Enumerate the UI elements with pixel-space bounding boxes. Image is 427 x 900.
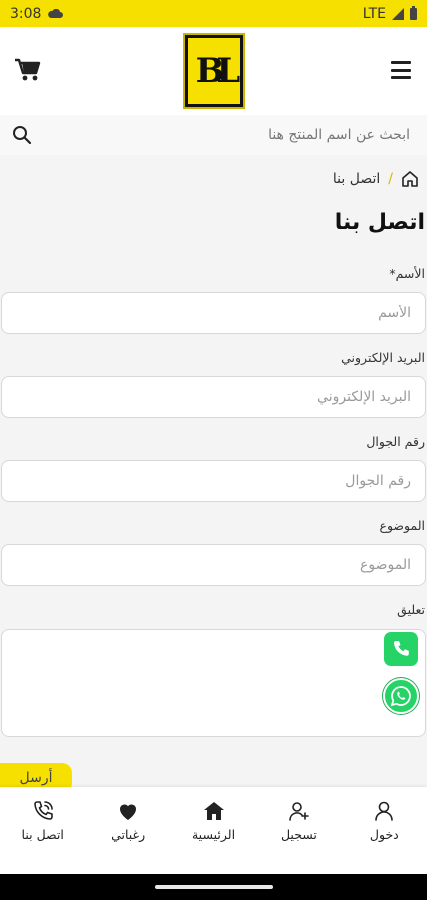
- brand-logo[interactable]: BL: [183, 33, 245, 109]
- email-field[interactable]: [1, 376, 426, 418]
- battery-icon: [410, 5, 417, 20]
- signal-icon: [392, 7, 404, 20]
- network-type: LTE: [362, 5, 386, 22]
- bottom-nav: اتصل بنا رغباتي الرئيسية تسجيل دخول: [0, 787, 427, 874]
- search-bar: [0, 115, 427, 155]
- phone-call-button[interactable]: [384, 632, 418, 666]
- cloud-icon: [48, 8, 64, 18]
- nav-wishlist[interactable]: رغباتي: [85, 787, 170, 874]
- status-bar: 3:08 LTE: [0, 0, 427, 27]
- comment-label: تعليق: [397, 602, 425, 617]
- nav-login[interactable]: دخول: [342, 787, 427, 874]
- whatsapp-button[interactable]: [383, 678, 419, 714]
- nav-home[interactable]: الرئيسية: [171, 787, 256, 874]
- heart-icon: [120, 804, 137, 820]
- mobile-field[interactable]: [1, 460, 426, 502]
- nav-label-wishlist: رغباتي: [111, 827, 146, 842]
- home-icon[interactable]: [401, 170, 419, 188]
- name-label: الأسم*: [389, 266, 425, 281]
- home-icon: [203, 802, 224, 820]
- phone-call-icon: [33, 801, 53, 820]
- user-icon: [375, 801, 394, 821]
- cart-icon[interactable]: [14, 57, 42, 83]
- nav-label-home: الرئيسية: [191, 827, 236, 842]
- nav-label-contact: اتصل بنا: [21, 827, 64, 842]
- home-gesture-handle[interactable]: [155, 885, 273, 889]
- breadcrumb: / اتصل بنا: [333, 170, 419, 188]
- system-nav-bar: [0, 874, 427, 900]
- nav-label-login: دخول: [369, 827, 399, 842]
- whatsapp-icon: [390, 686, 411, 707]
- phone-icon: [394, 641, 409, 656]
- search-icon[interactable]: [12, 125, 32, 145]
- subject-field[interactable]: [1, 544, 426, 586]
- email-label: البريد الإلكتروني: [341, 350, 425, 365]
- menu-icon[interactable]: [391, 61, 411, 79]
- subject-label: الموضوع: [379, 518, 426, 533]
- user-plus-icon: [289, 802, 309, 821]
- app-header: BL: [0, 27, 427, 115]
- name-field[interactable]: [1, 292, 426, 334]
- comment-field[interactable]: [1, 629, 426, 737]
- logo-monogram: BL: [188, 38, 240, 104]
- breadcrumb-separator: /: [388, 171, 393, 187]
- breadcrumb-current: اتصل بنا: [332, 171, 381, 187]
- page-title: اتصل بنا: [334, 210, 425, 235]
- mobile-label: رقم الجوال: [366, 434, 425, 449]
- search-input[interactable]: [44, 115, 414, 155]
- nav-contact-us[interactable]: اتصل بنا: [0, 787, 85, 874]
- nav-label-register: تسجيل: [280, 827, 317, 842]
- nav-register[interactable]: تسجيل: [256, 787, 341, 874]
- status-time: 3:08: [10, 5, 42, 22]
